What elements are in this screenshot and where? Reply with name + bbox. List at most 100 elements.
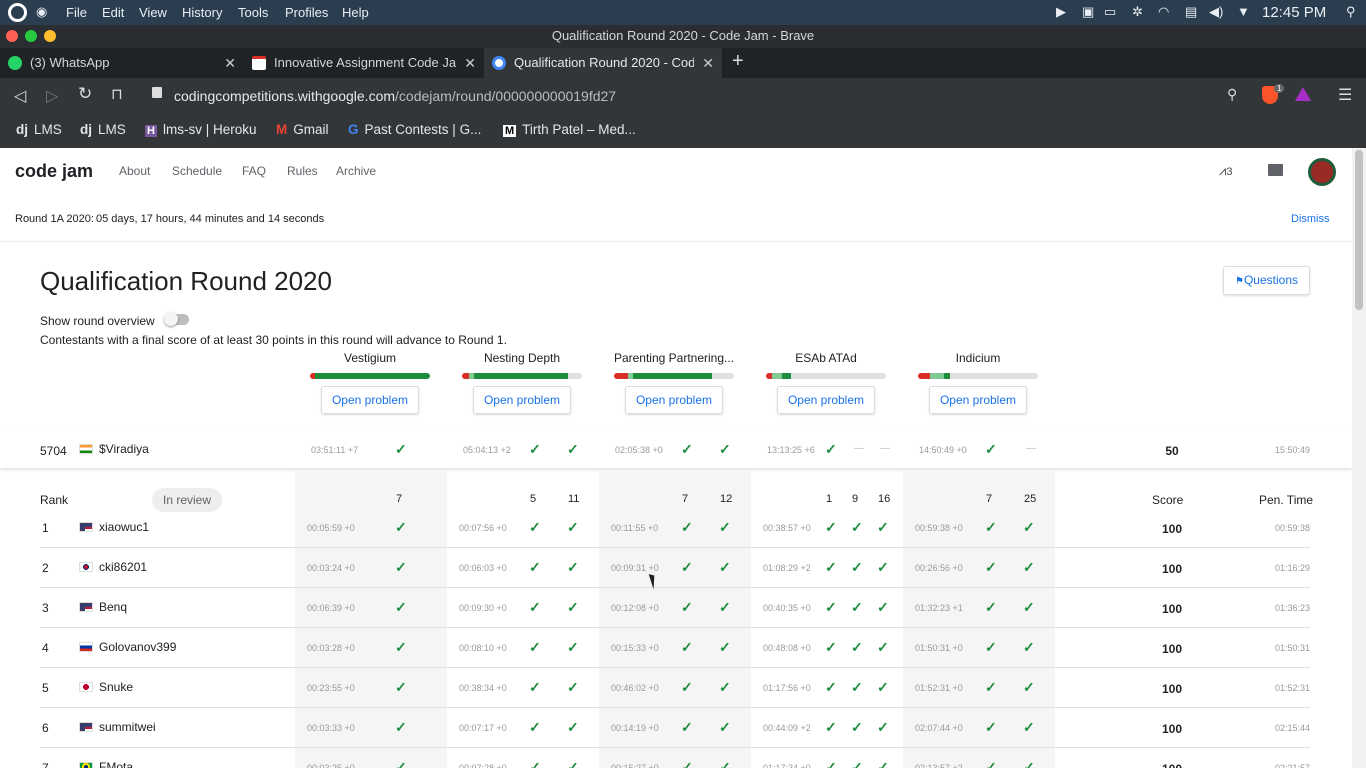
bookmark-gmail[interactable]: M Gmail	[276, 122, 329, 137]
bookmark-lms-2[interactable]: dj LMS	[80, 122, 126, 137]
minimize-window-button[interactable]	[44, 30, 56, 42]
table-row[interactable]: 3 Benq 00:06:39 +0 ✓ 00:09:30 +0 ✓ ✓ 00:12:08 +…	[0, 588, 1352, 628]
search-icon[interactable]: ⚲	[1346, 4, 1356, 20]
open-problem-button[interactable]: Open problem	[321, 386, 419, 414]
brave-rewards-icon[interactable]	[1295, 87, 1311, 101]
whatsapp-icon	[8, 56, 22, 70]
battery-icon[interactable]: ▭	[1104, 4, 1116, 20]
close-window-button[interactable]	[6, 30, 18, 42]
bookmark-heroku[interactable]: Hlms-sv | Heroku	[145, 122, 256, 137]
contestant-name[interactable]: summitwei	[99, 720, 156, 734]
my-standing-row: 5704 $Viradiya 03:51:11 +7 ✓ 05:04:13 +2 ✓ ✓…	[0, 430, 1352, 468]
menu-file[interactable]: File	[66, 5, 87, 20]
open-problem-button[interactable]: Open problem	[625, 386, 723, 414]
menu-view[interactable]: View	[139, 5, 167, 20]
overview-toggle[interactable]	[164, 312, 189, 326]
new-tab-plus-icon[interactable]: +	[732, 50, 744, 73]
eye-icon[interactable]: ◉	[36, 4, 47, 20]
system-logo-icon[interactable]	[8, 3, 27, 22]
open-problem-button[interactable]: Open problem	[929, 386, 1027, 414]
rank-cell: 2	[42, 561, 49, 575]
back-icon[interactable]: ◁	[14, 86, 26, 106]
check-icon: ✓	[567, 599, 579, 615]
menu-tools[interactable]: Tools	[238, 5, 268, 20]
tab-strip: (3) WhatsApp ✕ Innovative Assignment Cod…	[0, 48, 1366, 78]
table-row[interactable]: 4 Golovanov399 00:03:28 +0 ✓ 00:08:10 +0 ✓ ✓ 00…	[0, 628, 1352, 668]
tab-whatsapp[interactable]: (3) WhatsApp ✕	[0, 48, 244, 78]
nav-rules[interactable]: Rules	[287, 164, 318, 178]
penalty-cell: 01:50:31	[1274, 643, 1310, 653]
table-row[interactable]: 2 cki86201 00:03:24 +0 ✓ 00:06:03 +0 ✓ ✓ 00:09:…	[0, 548, 1352, 588]
check-icon: ✓	[1023, 519, 1035, 535]
questions-button[interactable]: ⚑Questions	[1223, 266, 1310, 295]
volume-icon[interactable]: ◀)	[1209, 4, 1223, 20]
tab-code-jam[interactable]: Qualification Round 2020 - Cod ✕	[484, 48, 722, 78]
scrollbar-thumb[interactable]	[1355, 150, 1363, 310]
check-icon: ✓	[719, 559, 731, 575]
trending-icon[interactable]: ⩘3	[1219, 163, 1232, 179]
maximize-window-button[interactable]	[25, 30, 37, 42]
nav-about[interactable]: About	[119, 164, 150, 178]
close-icon[interactable]: ✕	[224, 48, 236, 78]
menu-history[interactable]: History	[182, 5, 222, 20]
my-name[interactable]: $Viradiya	[99, 442, 149, 456]
avatar[interactable]	[1308, 158, 1336, 186]
menu-profiles[interactable]: Profiles	[285, 5, 328, 20]
my-rank: 5704	[40, 444, 67, 458]
rank-cell: 3	[42, 601, 49, 615]
bookmark-past-contests[interactable]: G Past Contests | G...	[348, 122, 481, 137]
nav-faq[interactable]: FAQ	[242, 164, 266, 178]
dismiss-link[interactable]: Dismiss	[1291, 213, 1330, 225]
score-cell: 100	[1160, 762, 1184, 768]
contestant-name[interactable]: FMota	[99, 760, 133, 768]
score-cell: 100	[1161, 642, 1183, 656]
menu-help[interactable]: Help	[342, 5, 369, 20]
score-header: Score	[1152, 493, 1184, 507]
nav-schedule[interactable]: Schedule	[172, 164, 222, 178]
contestant-name[interactable]: Golovanov399	[99, 640, 176, 654]
open-problem-button[interactable]: Open problem	[777, 386, 875, 414]
table-row[interactable]: 7 FMota 00:03:25 +0 ✓ 00:07:28 +0 ✓ ✓ 00:15:27 …	[0, 748, 1352, 768]
tab-gmail[interactable]: Innovative Assignment Code Ja ✕	[244, 48, 484, 78]
problem-time: 00:05:59 +0	[307, 523, 355, 533]
wifi-icon[interactable]: ◠	[1158, 4, 1169, 20]
forward-icon[interactable]: ▷	[46, 86, 58, 106]
contestant-name[interactable]: Benq	[99, 600, 127, 614]
nav-archive[interactable]: Archive	[336, 164, 376, 178]
close-icon[interactable]: ✕	[702, 48, 714, 78]
dash-icon: —	[1026, 443, 1036, 454]
chevron-down-icon[interactable]: ▼	[1237, 4, 1250, 19]
check-icon: ✓	[681, 441, 693, 457]
site-logo[interactable]: code jam	[15, 161, 93, 182]
table-row[interactable]: 6 summitwei 00:03:33 +0 ✓ 00:07:17 +0 ✓ ✓ 00:14…	[0, 708, 1352, 748]
bookmark-lms-1[interactable]: dj LMS	[16, 122, 62, 137]
check-icon: ✓	[877, 559, 889, 575]
menu-edit[interactable]: Edit	[102, 5, 124, 20]
check-icon: ✓	[1023, 639, 1035, 655]
countdown-value: 05 days, 17 hours, 44 minutes and 14 sec…	[96, 213, 325, 225]
play-icon[interactable]: ▶	[1056, 4, 1066, 20]
points-value: 7	[682, 493, 689, 505]
dash-icon: —	[880, 443, 890, 454]
notes-icon[interactable]: ▤	[1185, 4, 1197, 20]
check-icon: ✓	[567, 679, 579, 695]
reload-icon[interactable]: ↻	[78, 84, 92, 104]
open-problem-button[interactable]: Open problem	[473, 386, 571, 414]
gear-icon[interactable]: ✲	[1132, 4, 1143, 20]
bookmark-icon[interactable]: ⊓	[111, 85, 123, 103]
contestant-name[interactable]: Snuke	[99, 680, 133, 694]
bookmark-medium[interactable]: M Tirth Patel – Med...	[503, 122, 636, 137]
country-flag-icon	[79, 562, 93, 572]
menu-icon[interactable]: ☰	[1338, 85, 1352, 105]
close-icon[interactable]: ✕	[464, 48, 476, 78]
table-row[interactable]: 5 Snuke 00:23:55 +0 ✓ 00:38:34 +0 ✓ ✓ 00:46:02 …	[0, 668, 1352, 708]
page-scrollbar[interactable]	[1352, 148, 1366, 768]
clock[interactable]: 12:45 PM	[1262, 4, 1326, 21]
clipboard-icon[interactable]: ▣	[1082, 4, 1094, 20]
address-bar[interactable]: codingcompetitions.withgoogle.com/codeja…	[142, 84, 1254, 108]
table-row[interactable]: 1 xiaowuc1 00:05:59 +0 ✓ 00:07:56 +0 ✓ ✓ 00:11:…	[0, 508, 1352, 548]
contestant-name[interactable]: xiaowuc1	[99, 520, 149, 534]
score-cell: 100	[1161, 522, 1183, 536]
chat-icon[interactable]	[1268, 164, 1283, 176]
contestant-name[interactable]: cki86201	[99, 560, 147, 574]
